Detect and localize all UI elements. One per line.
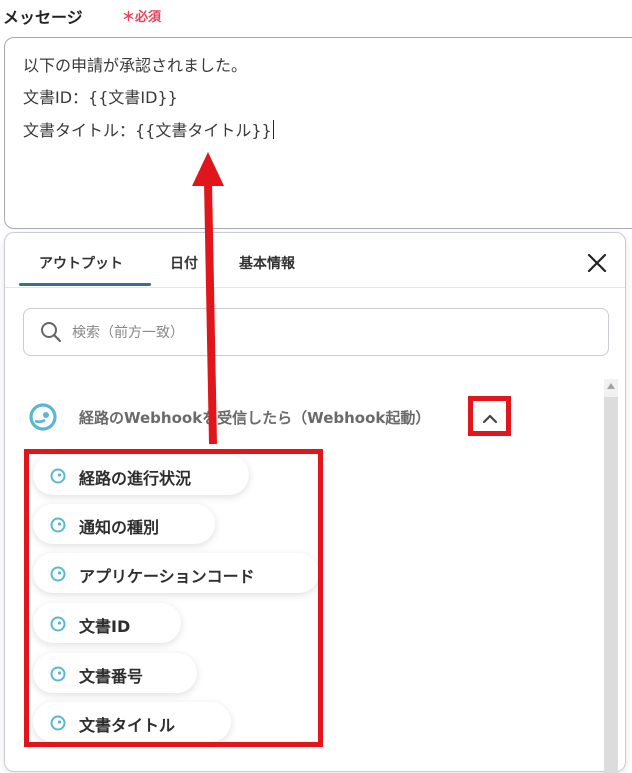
item-label: 通知の種別 [79,518,160,537]
close-icon[interactable] [585,251,609,275]
tab-basic-info[interactable]: 基本情報 [239,253,295,273]
variable-picker-panel: アウトプット 日付 基本情報 経路のWebhookを受信したら（Webhook起… [4,232,626,773]
message-line-3: 文書タイトル：{{文書タイトル}} [23,120,625,141]
webhook-small-icon [49,615,67,637]
message-field-label: メッセージ [3,8,83,27]
webhook-small-icon [49,467,67,489]
output-item[interactable]: 通知の種別 [33,504,215,544]
tab-output[interactable]: アウトプット [39,253,123,273]
tab-bar: アウトプット 日付 基本情報 [5,233,625,288]
scroll-up-arrow-icon[interactable] [607,383,615,389]
webhook-small-icon [49,665,67,687]
search-icon [40,321,62,347]
item-label: 文書ID [79,617,131,636]
webhook-icon [27,401,59,437]
output-item[interactable]: アプリケーションコード [33,553,319,593]
item-label: 文書番号 [79,667,144,686]
required-badge: ＊必須 [122,10,162,25]
message-line-1: 以下の申請が承認されました。 [23,56,248,75]
search-box[interactable] [23,308,609,356]
message-textarea[interactable]: 以下の申請が承認されました。 文書ID：{{文書ID}} 文書タイトル：{{文書… [4,37,632,229]
webhook-small-icon [49,565,67,587]
output-item[interactable]: 文書ID [33,603,181,643]
group-title: 経路のWebhookを受信したら（Webhook起動） [79,409,431,427]
item-label: 経路の進行状況 [79,469,192,488]
chevron-up-icon[interactable] [473,403,507,433]
text-caret [272,120,274,139]
scrollbar-thumb[interactable] [604,397,618,773]
message-line-2: 文書ID：{{文書ID}} [23,88,178,107]
webhook-small-icon [49,714,67,736]
webhook-group-header[interactable]: 経路のWebhookを受信したら（Webhook起動） [27,399,587,435]
output-item[interactable]: 文書タイトル [33,702,231,742]
output-item[interactable]: 経路の進行状況 [33,455,249,495]
search-input[interactable] [70,321,594,345]
message-line-3-text: 文書タイトル：{{文書タイトル}} [23,121,272,140]
item-label: アプリケーションコード [79,567,255,586]
output-item[interactable]: 文書番号 [33,653,197,693]
annotation-arrow-icon [192,152,224,445]
active-tab-indicator [19,283,151,286]
item-label: 文書タイトル [79,716,176,735]
webhook-small-icon [49,516,67,538]
